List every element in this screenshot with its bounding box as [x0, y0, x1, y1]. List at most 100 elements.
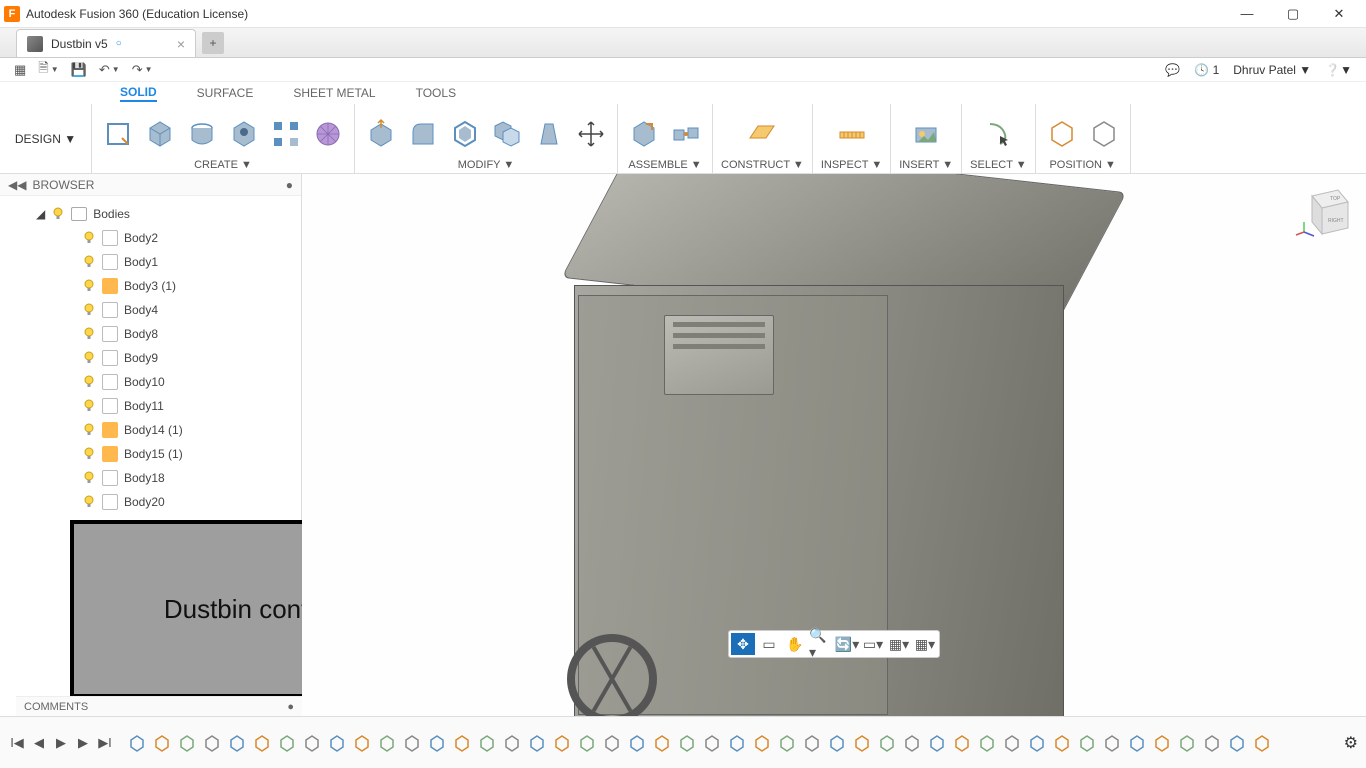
- timeline-feature[interactable]: [1251, 732, 1273, 754]
- tree-item[interactable]: Body8: [82, 322, 301, 346]
- timeline-feature[interactable]: [276, 732, 298, 754]
- timeline-feature[interactable]: [1151, 732, 1173, 754]
- form-icon[interactable]: [310, 116, 346, 152]
- timeline-feature[interactable]: [1051, 732, 1073, 754]
- comments-bar[interactable]: COMMENTS ●: [16, 696, 302, 716]
- timeline-feature[interactable]: [201, 732, 223, 754]
- tab-tools[interactable]: TOOLS: [416, 86, 456, 100]
- timeline-feature[interactable]: [426, 732, 448, 754]
- maximize-button[interactable]: ▢: [1270, 0, 1316, 28]
- new-tab-button[interactable]: +: [202, 32, 224, 54]
- view-cube[interactable]: TOP RIGHT: [1294, 182, 1358, 246]
- timeline-feature[interactable]: [401, 732, 423, 754]
- timeline-forward-icon[interactable]: ▶: [74, 734, 92, 752]
- tree-item[interactable]: Body2: [82, 226, 301, 250]
- timeline-feature[interactable]: [1076, 732, 1098, 754]
- fit-icon[interactable]: 🔄▾: [835, 633, 859, 655]
- viewport-3d[interactable]: TOP RIGHT ✥ ▭ ✋ 🔍▾ 🔄▾ ▭▾ ▦▾ ▦▾: [302, 174, 1366, 716]
- timeline-feature[interactable]: [951, 732, 973, 754]
- new-component-icon[interactable]: [626, 116, 662, 152]
- timeline-feature[interactable]: [876, 732, 898, 754]
- display-icon[interactable]: ▭▾: [861, 633, 885, 655]
- fillet-icon[interactable]: [405, 116, 441, 152]
- select-icon[interactable]: [980, 116, 1016, 152]
- timeline-feature[interactable]: [176, 732, 198, 754]
- notifications-icon[interactable]: 💬: [1165, 63, 1180, 77]
- timeline-settings-icon[interactable]: ⚙: [1344, 733, 1358, 753]
- visibility-icon[interactable]: [82, 399, 96, 413]
- tree-item[interactable]: Body1: [82, 250, 301, 274]
- move-icon[interactable]: [573, 116, 609, 152]
- timeline-feature[interactable]: [301, 732, 323, 754]
- look-at-icon[interactable]: ▭: [757, 633, 781, 655]
- visibility-icon[interactable]: [51, 207, 65, 221]
- timeline-feature[interactable]: [501, 732, 523, 754]
- timeline-play-icon[interactable]: ▶: [52, 734, 70, 752]
- timeline-feature[interactable]: [651, 732, 673, 754]
- tree-item[interactable]: Body11: [82, 394, 301, 418]
- tree-item[interactable]: Body3 (1): [82, 274, 301, 298]
- save-button[interactable]: 💾: [71, 62, 87, 78]
- visibility-icon[interactable]: [82, 231, 96, 245]
- draft-icon[interactable]: [531, 116, 567, 152]
- redo-button[interactable]: ↷▼: [132, 62, 153, 78]
- viewports-icon[interactable]: ▦▾: [913, 633, 937, 655]
- shell-icon[interactable]: [447, 116, 483, 152]
- timeline-feature[interactable]: [351, 732, 373, 754]
- tab-solid[interactable]: SOLID: [120, 85, 157, 102]
- timeline-feature[interactable]: [976, 732, 998, 754]
- timeline-feature[interactable]: [326, 732, 348, 754]
- timeline-back-icon[interactable]: ◀: [30, 734, 48, 752]
- timeline-feature[interactable]: [701, 732, 723, 754]
- undo-button[interactable]: ↶▼: [99, 62, 120, 78]
- timeline-feature[interactable]: [1101, 732, 1123, 754]
- plane-icon[interactable]: [744, 116, 780, 152]
- timeline-feature[interactable]: [251, 732, 273, 754]
- close-button[interactable]: ✕: [1316, 0, 1362, 28]
- timeline-feature[interactable]: [851, 732, 873, 754]
- tab-sheet-metal[interactable]: SHEET METAL: [293, 86, 375, 100]
- pan-icon[interactable]: ✋: [783, 633, 807, 655]
- visibility-icon[interactable]: [82, 279, 96, 293]
- tree-root[interactable]: ◢ Bodies: [36, 202, 301, 226]
- tree-item[interactable]: Body15 (1): [82, 442, 301, 466]
- minimize-button[interactable]: —: [1224, 0, 1270, 28]
- document-tab[interactable]: Dustbin v5 ○ ×: [16, 29, 196, 57]
- visibility-icon[interactable]: [82, 471, 96, 485]
- job-status[interactable]: 🕓 1: [1194, 63, 1219, 77]
- timeline-feature[interactable]: [601, 732, 623, 754]
- tree-item[interactable]: Body14 (1): [82, 418, 301, 442]
- grid-icon[interactable]: ▦▾: [887, 633, 911, 655]
- sketch-icon[interactable]: [100, 116, 136, 152]
- visibility-icon[interactable]: [82, 423, 96, 437]
- timeline-feature[interactable]: [1026, 732, 1048, 754]
- workspace-switcher[interactable]: DESIGN ▼: [0, 104, 92, 173]
- visibility-icon[interactable]: [82, 447, 96, 461]
- close-tab-icon[interactable]: ×: [177, 36, 185, 52]
- box-tool-icon[interactable]: [142, 116, 178, 152]
- visibility-icon[interactable]: [82, 327, 96, 341]
- file-menu[interactable]: 🗎▼: [38, 59, 58, 81]
- tree-item[interactable]: Body10: [82, 370, 301, 394]
- insert-icon[interactable]: [908, 116, 944, 152]
- position-icon-1[interactable]: [1044, 116, 1080, 152]
- joint-icon[interactable]: [668, 116, 704, 152]
- timeline-feature[interactable]: [451, 732, 473, 754]
- timeline-feature[interactable]: [151, 732, 173, 754]
- timeline-feature[interactable]: [526, 732, 548, 754]
- data-panel-button[interactable]: ▦: [14, 62, 26, 78]
- revolve-icon[interactable]: [184, 116, 220, 152]
- combine-icon[interactable]: [489, 116, 525, 152]
- tree-item[interactable]: Body9: [82, 346, 301, 370]
- timeline-track[interactable]: [126, 732, 1340, 754]
- comments-add-icon[interactable]: ●: [287, 701, 294, 713]
- tree-item[interactable]: Body4: [82, 298, 301, 322]
- timeline-feature[interactable]: [801, 732, 823, 754]
- visibility-icon[interactable]: [82, 375, 96, 389]
- zoom-icon[interactable]: 🔍▾: [809, 633, 833, 655]
- expand-icon[interactable]: ◢: [36, 207, 45, 221]
- timeline-feature[interactable]: [576, 732, 598, 754]
- timeline-feature[interactable]: [901, 732, 923, 754]
- browser-options-icon[interactable]: ●: [286, 178, 293, 192]
- help-icon[interactable]: ❔▼: [1325, 63, 1352, 77]
